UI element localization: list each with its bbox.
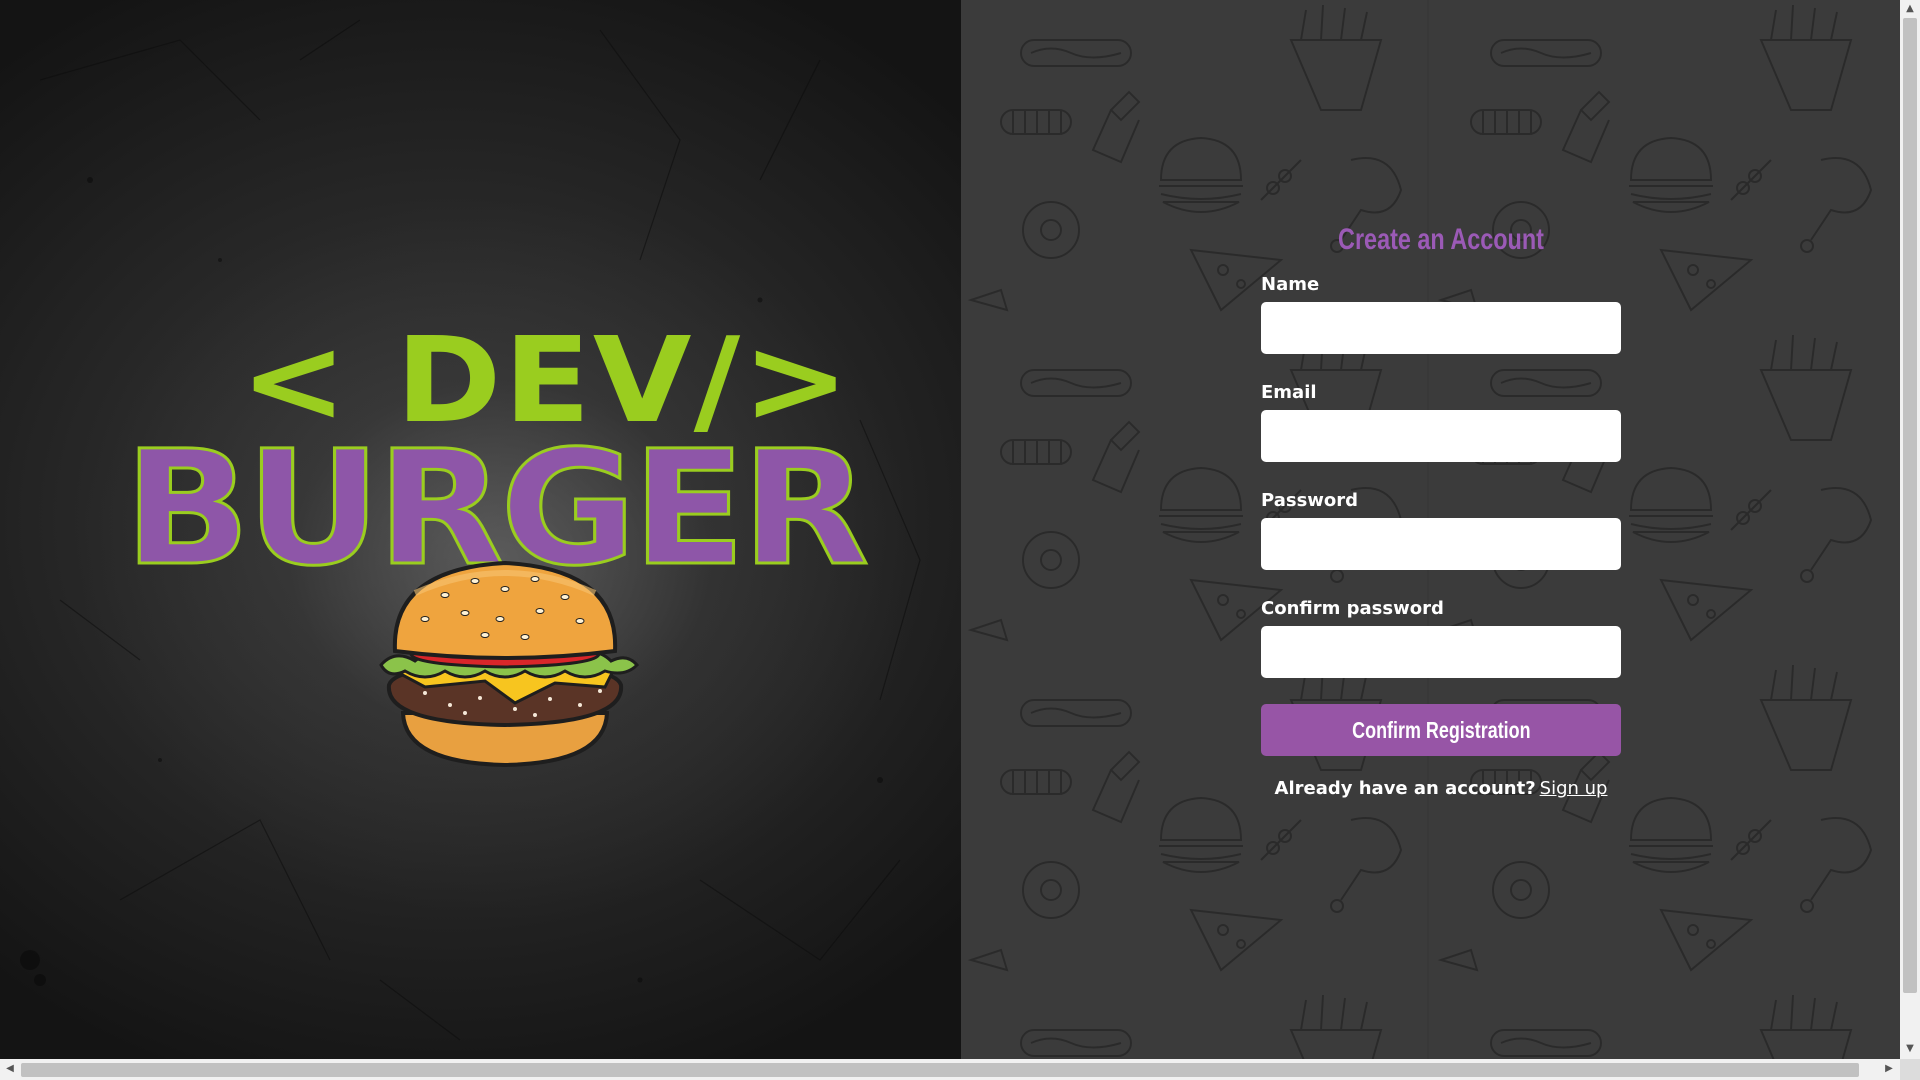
confirm-password-field-group: Confirm password — [1261, 596, 1621, 678]
password-label: Password — [1261, 490, 1359, 511]
password-input[interactable] — [1261, 518, 1621, 570]
horizontal-scrollbar[interactable]: ◀ ▶ — [0, 1059, 1900, 1080]
email-field-group: Email — [1261, 380, 1621, 462]
burger-illustration — [379, 560, 640, 768]
page: < DEV/> BURGER Create an Account Name Em… — [0, 0, 1900, 1059]
email-input[interactable] — [1261, 410, 1621, 462]
form-title: Create an Account — [1338, 223, 1544, 256]
registration-form: Create an Account Name Email Password Co… — [1261, 220, 1621, 799]
form-panel: Create an Account Name Email Password Co… — [961, 0, 1900, 1059]
email-label: Email — [1261, 382, 1317, 403]
arrow-left-icon[interactable]: ◀ — [1, 1060, 19, 1078]
arrow-up-icon[interactable]: ▲ — [1901, 0, 1919, 18]
arrow-right-icon[interactable]: ▶ — [1880, 1060, 1898, 1078]
scrollbar-corner — [1900, 1059, 1920, 1080]
sign-up-link[interactable]: Sign up — [1540, 778, 1608, 799]
confirm-registration-label: Confirm Registration — [1351, 716, 1531, 743]
dev-burger-logo: < DEV/> BURGER — [122, 321, 871, 775]
vertical-scroll-thumb[interactable] — [1903, 18, 1917, 993]
arrow-down-icon[interactable]: ▼ — [1901, 1040, 1919, 1058]
confirm-password-input[interactable] — [1261, 626, 1621, 678]
signin-prompt: Already have an account? Sign up — [1261, 778, 1621, 799]
confirm-registration-button[interactable]: Confirm Registration — [1261, 704, 1621, 756]
confirm-password-label: Confirm password — [1261, 598, 1444, 619]
name-label: Name — [1261, 274, 1320, 295]
horizontal-scroll-thumb[interactable] — [21, 1063, 1859, 1077]
name-input[interactable] — [1261, 302, 1621, 354]
name-field-group: Name — [1261, 272, 1621, 354]
signin-prompt-text: Already have an account? — [1274, 778, 1536, 799]
vertical-scrollbar[interactable]: ▲ ▼ — [1900, 0, 1920, 1059]
brand-panel: < DEV/> BURGER — [0, 0, 961, 1059]
password-field-group: Password — [1261, 488, 1621, 570]
